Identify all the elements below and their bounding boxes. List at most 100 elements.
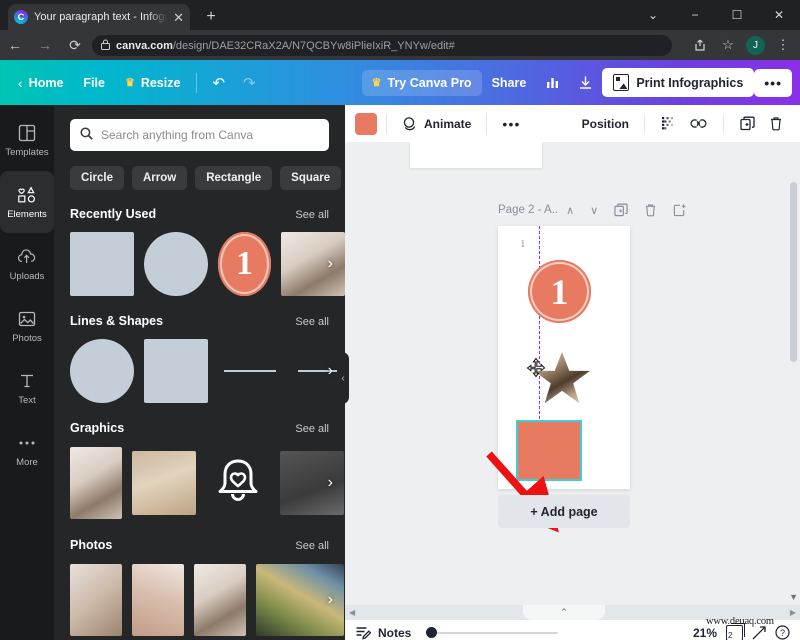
element-flower-photo[interactable]: [281, 232, 345, 296]
zoom-slider-track: [426, 632, 558, 634]
see-all-link[interactable]: See all: [295, 423, 329, 435]
file-button[interactable]: File: [73, 70, 115, 96]
shape-line[interactable]: [218, 339, 282, 403]
chevron-right-icon[interactable]: ›: [328, 255, 333, 273]
close-icon[interactable]: ✕: [173, 11, 184, 24]
graphic-beige-texture[interactable]: [132, 451, 196, 515]
forward-icon[interactable]: →: [30, 30, 60, 60]
scrollbar-thumb[interactable]: [790, 182, 797, 362]
duplicate-icon[interactable]: [733, 112, 762, 135]
address-bar[interactable]: canva.com/design/DAE32CRaX2A/N7QCBYw8iPl…: [92, 35, 672, 56]
zoom-slider-knob[interactable]: [426, 627, 437, 638]
sidebar-item-templates[interactable]: Templates: [0, 109, 54, 171]
delete-page-icon[interactable]: [636, 200, 665, 220]
minimize-icon[interactable]: −: [674, 0, 716, 30]
previous-page-thumb[interactable]: [410, 142, 542, 168]
search-input[interactable]: [101, 128, 319, 142]
chip-square[interactable]: Square: [280, 166, 341, 190]
canvas-scroll-area[interactable]: Page 2 - A.. ∧ ∨ 1 1: [345, 142, 800, 605]
canvas-vertical-scrollbar[interactable]: ▼: [789, 182, 798, 602]
panel-expand-tab[interactable]: ⌃: [523, 605, 605, 620]
animate-button[interactable]: Animate: [396, 112, 477, 136]
share-button[interactable]: Share: [482, 70, 537, 96]
duplicate-page-icon[interactable]: [606, 200, 636, 220]
element-light-square[interactable]: [70, 232, 134, 296]
bar-chart-icon[interactable]: [536, 69, 569, 96]
help-icon[interactable]: ?: [775, 625, 790, 640]
scroll-left-caret[interactable]: ◀: [349, 608, 355, 617]
browser-menu-icon[interactable]: ⋮: [770, 32, 796, 58]
chip-arrow[interactable]: Arrow: [132, 166, 187, 190]
bookmark-star-icon[interactable]: ☆: [715, 32, 741, 58]
position-button[interactable]: Position: [576, 113, 635, 135]
omnibar-actions: ☆ J ⋮: [687, 30, 796, 60]
transparency-icon[interactable]: [654, 112, 683, 135]
chip-circle[interactable]: Circle: [70, 166, 124, 190]
sidebar-item-more[interactable]: More: [0, 419, 54, 481]
element-light-circle[interactable]: [144, 232, 208, 296]
reload-icon[interactable]: ⟳: [60, 30, 90, 60]
trash-icon[interactable]: [762, 112, 790, 135]
see-all-link[interactable]: See all: [295, 209, 329, 221]
new-tab-button[interactable]: +: [200, 6, 222, 28]
shape-circle[interactable]: [70, 339, 134, 403]
undo-icon[interactable]: ↶: [203, 68, 234, 98]
canva-favicon: C: [14, 10, 28, 24]
expand-icon[interactable]: [752, 626, 766, 640]
photo-pink-tulip[interactable]: [132, 564, 184, 636]
add-note-icon[interactable]: [665, 200, 694, 220]
move-page-down-icon[interactable]: ∨: [582, 201, 606, 220]
add-page-button[interactable]: + Add page: [498, 495, 630, 528]
section-title: Lines & Shapes: [70, 314, 163, 328]
chevron-right-icon[interactable]: ›: [328, 474, 333, 492]
photo-dried-bouquet[interactable]: [70, 564, 122, 636]
see-all-link[interactable]: See all: [295, 316, 329, 328]
see-all-link[interactable]: See all: [295, 540, 329, 552]
header-more-button[interactable]: •••: [754, 69, 792, 97]
sidebar-item-uploads[interactable]: Uploads: [0, 233, 54, 295]
zoom-slider[interactable]: [426, 626, 558, 640]
graphic-bell-heart-icon[interactable]: [206, 451, 270, 515]
design-page[interactable]: 1 1: [498, 226, 630, 489]
section-header-lines-shapes: Lines & Shapes See all: [70, 314, 329, 328]
toolbar-more-button[interactable]: •••: [496, 112, 526, 136]
watermark: www.deuaq.com: [706, 616, 774, 627]
download-icon[interactable]: [569, 69, 602, 96]
print-infographics-button[interactable]: Print Infographics: [602, 68, 754, 97]
back-icon[interactable]: ←: [0, 30, 30, 60]
selected-rectangle-element[interactable]: [518, 422, 580, 479]
element-numbered-badge[interactable]: 1: [218, 232, 271, 296]
graphic-gray-image[interactable]: [280, 451, 344, 515]
maximize-icon[interactable]: ☐: [716, 0, 758, 30]
panel-collapse-handle[interactable]: ‹: [337, 352, 349, 404]
scroll-right-caret[interactable]: ▶: [790, 608, 796, 617]
link-icon[interactable]: [683, 112, 714, 135]
chevron-right-icon[interactable]: ›: [328, 362, 333, 380]
home-button[interactable]: ‹ Home: [8, 69, 73, 97]
window-close-icon[interactable]: ✕: [758, 0, 800, 30]
graphic-dried-flowers[interactable]: [70, 447, 122, 519]
try-canva-pro-button[interactable]: ♛ Try Canva Pro: [362, 70, 482, 96]
share-icon[interactable]: [687, 32, 713, 58]
browser-tab[interactable]: C Your paragraph text - Infographic ✕: [8, 4, 190, 30]
scroll-down-caret[interactable]: ▼: [789, 592, 798, 602]
search-box[interactable]: [70, 119, 329, 151]
left-rail: Templates Elements Uploads Photos Text: [0, 105, 54, 640]
photo-portrait-flowers[interactable]: [194, 564, 246, 636]
color-swatch-button[interactable]: [355, 113, 377, 135]
chevron-left-icon: ‹: [18, 75, 23, 91]
redo-icon[interactable]: ↷: [234, 68, 265, 98]
sidebar-item-text[interactable]: Text: [0, 357, 54, 419]
chip-rectangle[interactable]: Rectangle: [195, 166, 272, 190]
move-page-up-icon[interactable]: ∧: [558, 201, 582, 220]
shape-square[interactable]: [144, 339, 208, 403]
avatar[interactable]: J: [746, 36, 765, 55]
section-header-photos: Photos See all: [70, 538, 329, 552]
sidebar-item-photos[interactable]: Photos: [0, 295, 54, 357]
chevron-right-icon[interactable]: ›: [328, 591, 333, 609]
notes-button[interactable]: Notes: [355, 625, 411, 640]
chevron-down-icon[interactable]: ⌄: [632, 0, 674, 30]
resize-button[interactable]: ♛ Resize: [115, 70, 190, 96]
sidebar-item-elements[interactable]: Elements: [0, 171, 54, 233]
numbered-circle-element[interactable]: 1: [528, 260, 591, 323]
